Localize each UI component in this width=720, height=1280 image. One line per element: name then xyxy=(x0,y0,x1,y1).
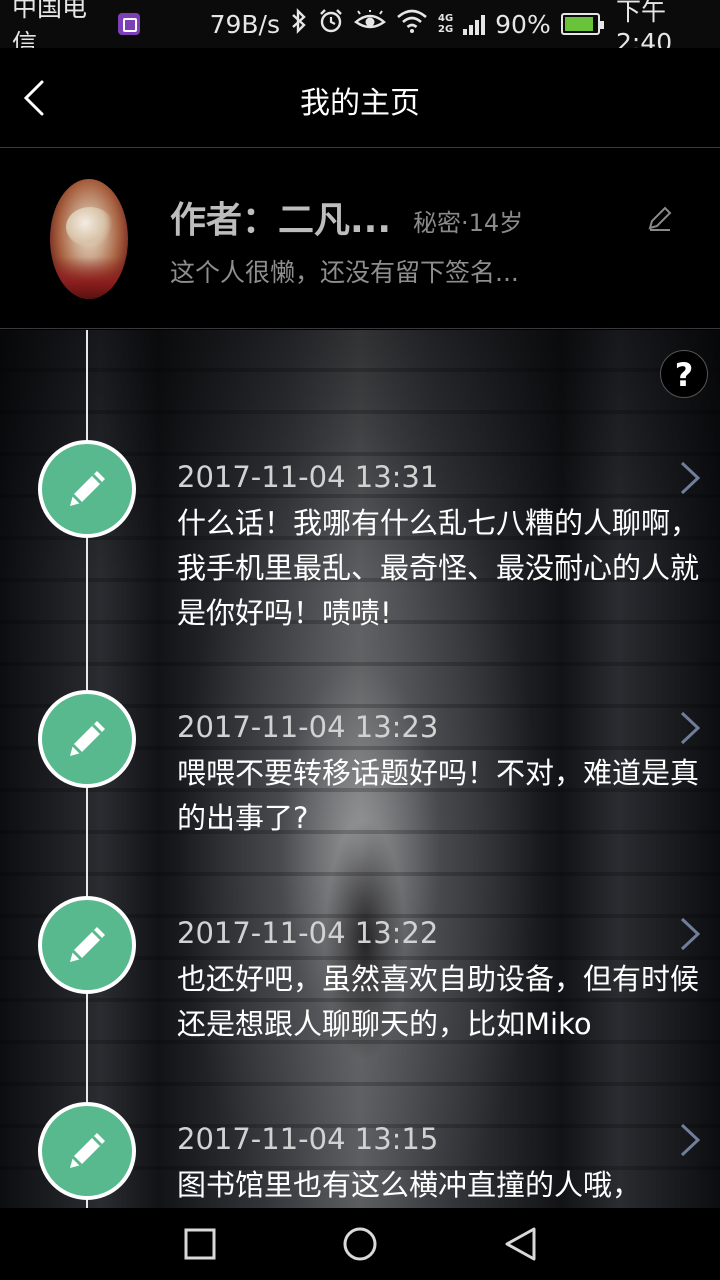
pencil-icon xyxy=(38,1102,136,1200)
status-bar: 中国电信 79B/s 4G 2G 90% 下午2:40 xyxy=(0,0,720,58)
chevron-right-icon[interactable] xyxy=(678,710,702,746)
entry-text: 也还好吧，虽然喜欢自助设备，但有时候还是想跟人聊聊天的，比如Miko xyxy=(177,962,700,1041)
triangle-back-icon xyxy=(505,1227,536,1261)
entry-text: 图书馆里也有这么横冲直撞的人哦， xyxy=(177,1168,642,1202)
page-title: 我的主页 xyxy=(300,86,420,121)
net-top-label: 4G xyxy=(437,13,454,24)
system-nav-bar xyxy=(0,1208,720,1280)
timeline[interactable]: ? 2017-11-04 13:31 什么话！我哪有什么乱七八糟的人聊啊，我手机… xyxy=(0,330,720,1208)
signal-icon xyxy=(463,13,486,35)
wifi-icon xyxy=(396,9,428,39)
sim-icon xyxy=(118,13,140,35)
entry-date: 2017-11-04 13:31 xyxy=(177,460,439,494)
entry-date: 2017-11-04 13:23 xyxy=(177,710,439,744)
help-button[interactable]: ? xyxy=(660,350,708,398)
square-icon xyxy=(184,1228,216,1260)
entry-text: 什么话！我哪有什么乱七八糟的人聊啊，我手机里最乱、最奇怪、最没耐心的人就是你好吗… xyxy=(177,506,700,630)
eye-comfort-icon xyxy=(354,10,386,38)
avatar[interactable] xyxy=(50,179,128,299)
chevron-right-icon[interactable] xyxy=(678,916,702,952)
pencil-icon xyxy=(38,690,136,788)
app-header: 我的主页 xyxy=(0,48,720,148)
pencil-icon xyxy=(648,206,672,231)
author-meta: 秘密·14岁 xyxy=(413,209,524,237)
profile-card: 作者：二凡... 秘密·14岁 这个人很懒，还没有留下签名... xyxy=(0,149,720,329)
pencil-icon xyxy=(38,440,136,538)
entry-date: 2017-11-04 13:22 xyxy=(177,916,439,950)
network-type-icon: 4G 2G xyxy=(438,13,453,35)
author-name: 作者：二凡... xyxy=(170,200,392,241)
bluetooth-icon xyxy=(290,8,308,40)
entry-date: 2017-11-04 13:15 xyxy=(177,1122,439,1156)
edit-profile-button[interactable] xyxy=(646,204,674,232)
entry-text: 喂喂不要转移话题好吗！不对，难道是真的出事了? xyxy=(177,756,700,835)
back-nav-button[interactable] xyxy=(502,1226,538,1262)
network-speed: 79B/s xyxy=(209,9,280,39)
recent-apps-button[interactable] xyxy=(182,1226,218,1262)
battery-percent: 90% xyxy=(495,9,551,39)
chevron-right-icon[interactable] xyxy=(678,1122,702,1158)
net-bottom-label: 2G xyxy=(437,24,454,35)
chevron-right-icon[interactable] xyxy=(678,460,702,496)
pencil-icon xyxy=(38,896,136,994)
author-signature: 这个人很懒，还没有留下签名... xyxy=(170,258,519,287)
home-button[interactable] xyxy=(342,1226,378,1262)
circle-icon xyxy=(343,1227,377,1261)
alarm-icon xyxy=(318,8,344,40)
battery-icon xyxy=(560,13,605,35)
